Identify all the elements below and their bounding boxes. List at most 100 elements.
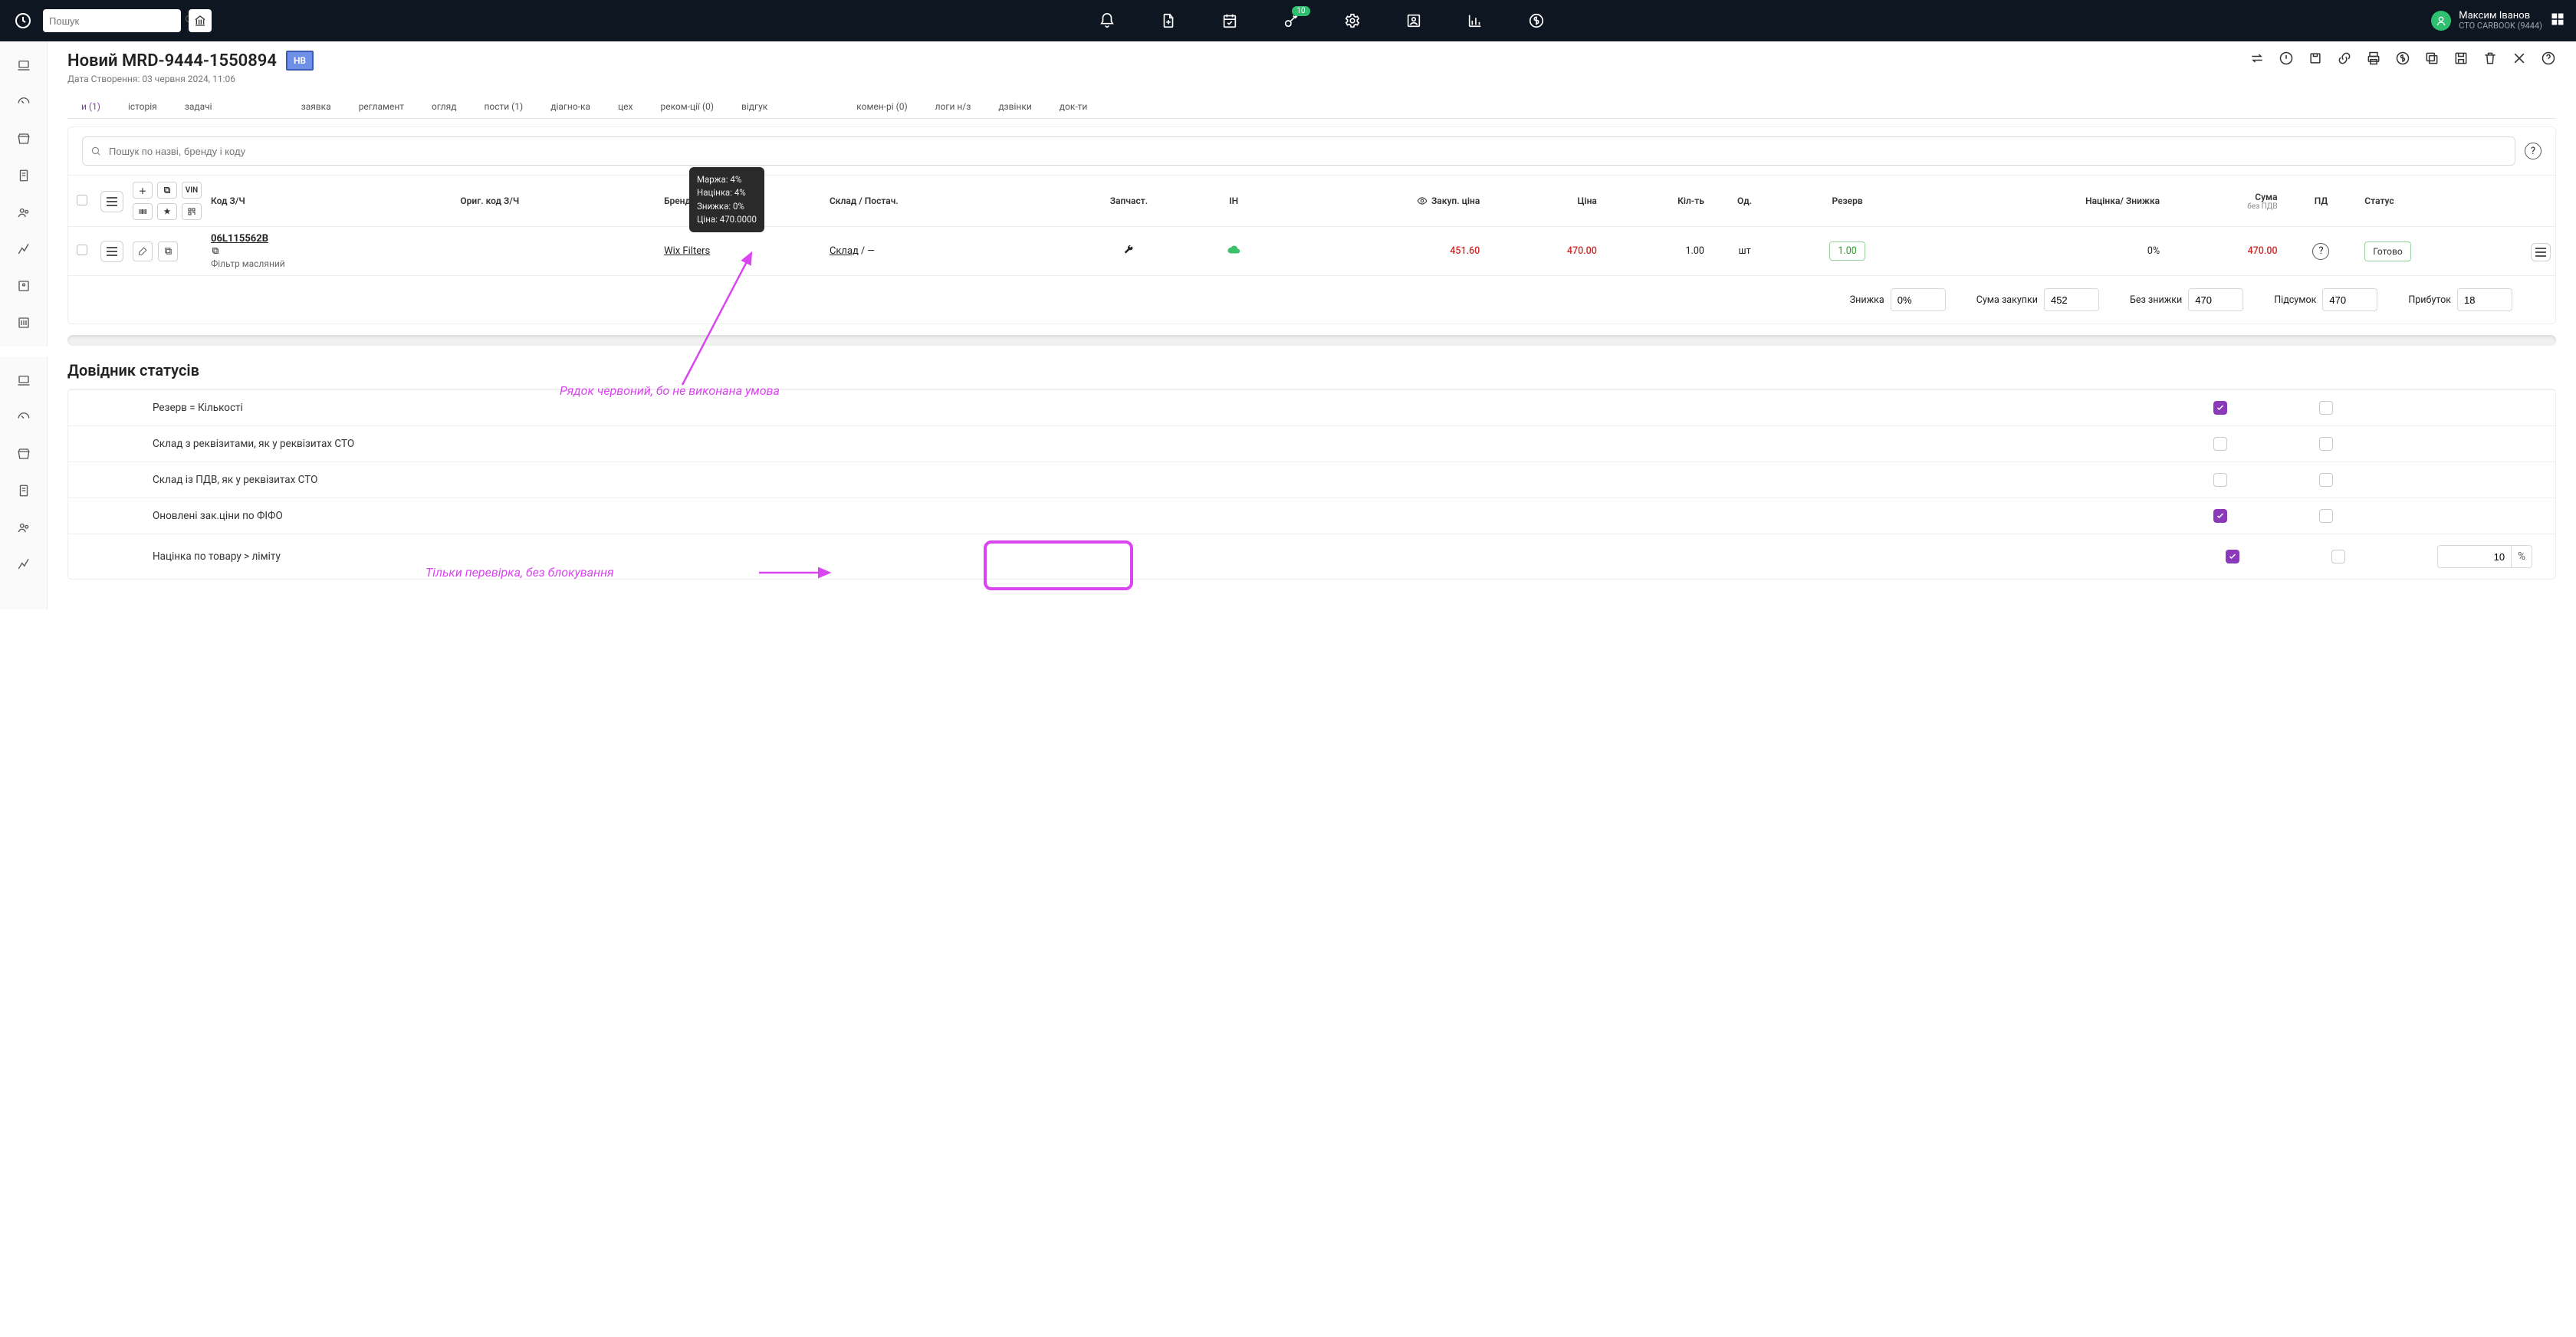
row-more-icon[interactable] xyxy=(2531,243,2551,261)
parts-search-input[interactable] xyxy=(109,146,2507,157)
buy-input[interactable] xyxy=(2044,288,2099,311)
qr-icon[interactable] xyxy=(182,203,202,220)
tab-parts[interactable]: и (1) xyxy=(67,95,114,118)
percent-input[interactable] xyxy=(2438,551,2511,563)
check-secondary[interactable] xyxy=(2319,509,2333,523)
check-primary[interactable] xyxy=(2213,437,2227,451)
calendar-check-icon[interactable] xyxy=(1221,12,1238,29)
currency-icon[interactable] xyxy=(1528,12,1545,29)
parts-help-icon[interactable]: ? xyxy=(2525,143,2542,159)
gear-icon[interactable] xyxy=(1344,12,1361,29)
markup[interactable]: 0% xyxy=(1914,227,2164,276)
tab-review[interactable]: огляд xyxy=(418,95,470,118)
rail-card-icon[interactable] xyxy=(0,278,47,294)
add-document-icon[interactable] xyxy=(1160,12,1177,29)
rail-box-icon[interactable] xyxy=(0,445,47,462)
check-secondary[interactable] xyxy=(2331,550,2345,563)
key-icon[interactable]: 10 xyxy=(1283,12,1300,29)
pd-help-icon[interactable]: ? xyxy=(2312,243,2329,260)
nosale-input[interactable] xyxy=(2188,288,2243,311)
star-icon[interactable]: ★ xyxy=(157,203,177,220)
bank-button[interactable] xyxy=(189,9,212,32)
row-copy-icon[interactable] xyxy=(158,241,178,261)
tab-calls[interactable]: дзвінки xyxy=(984,95,1045,118)
rail-people-icon[interactable] xyxy=(0,519,47,536)
tab-comments[interactable]: комен-рі (0) xyxy=(843,95,921,118)
tab-docs[interactable]: док-ти xyxy=(1046,95,1102,118)
transfer-icon[interactable] xyxy=(2249,51,2265,66)
cloud-icon[interactable] xyxy=(1227,248,1240,260)
total-input[interactable] xyxy=(2322,288,2377,311)
wrench-icon[interactable] xyxy=(1123,247,1134,258)
tab-shop[interactable]: цех xyxy=(604,95,646,118)
rail-box-icon[interactable] xyxy=(0,130,47,147)
buy-price[interactable]: 451.60 xyxy=(1268,227,1484,276)
check-secondary[interactable] xyxy=(2319,401,2333,415)
row-checkbox[interactable] xyxy=(77,245,87,255)
tab-diag[interactable]: діагно-ка xyxy=(537,95,604,118)
tab-feedback[interactable]: відгук xyxy=(728,95,781,118)
trash-icon[interactable] xyxy=(2482,51,2498,66)
check-secondary[interactable] xyxy=(2319,437,2333,451)
rail-doc-icon[interactable] xyxy=(0,482,47,499)
user-area[interactable]: Максим Іванов СТО CARBOOK (9444) xyxy=(2431,11,2565,31)
chart-icon[interactable] xyxy=(1467,12,1484,29)
bell-icon[interactable] xyxy=(1099,12,1116,29)
global-search[interactable] xyxy=(43,9,181,32)
money-icon[interactable] xyxy=(2395,51,2410,66)
tab-reglament[interactable]: регламент xyxy=(345,95,418,118)
tab-request[interactable]: заявка xyxy=(288,95,345,118)
row-menu-icon[interactable] xyxy=(100,241,123,262)
apps-grid-icon[interactable] xyxy=(2550,11,2565,30)
copy-icon[interactable] xyxy=(2424,51,2440,66)
checkbox-all[interactable] xyxy=(77,195,87,205)
logo-icon[interactable] xyxy=(11,8,35,33)
qty[interactable]: 1.00 xyxy=(1602,227,1709,276)
menu-icon[interactable] xyxy=(100,191,123,212)
link-icon[interactable] xyxy=(2337,51,2352,66)
tab-recs[interactable]: реком-ції (0) xyxy=(646,95,728,118)
order-status-tag[interactable]: НВ xyxy=(286,51,314,71)
barcode-icon[interactable] xyxy=(133,203,153,220)
vin-icon[interactable]: VIN xyxy=(182,182,202,199)
tab-tasks[interactable]: задачі xyxy=(171,95,226,118)
alert-icon[interactable] xyxy=(2279,51,2294,66)
discount-input[interactable] xyxy=(1891,288,1946,311)
rail-stats-icon[interactable] xyxy=(0,556,47,573)
rail-doc-icon[interactable] xyxy=(0,167,47,184)
parts-search[interactable] xyxy=(82,136,2515,166)
print-icon[interactable] xyxy=(2366,51,2381,66)
rail-gauge-icon[interactable] xyxy=(0,409,47,425)
profit-input[interactable] xyxy=(2457,288,2512,311)
box-icon[interactable] xyxy=(2308,51,2323,66)
rail-laptop-icon[interactable] xyxy=(0,57,47,74)
add-icon[interactable]: ＋ xyxy=(133,182,153,199)
rail-people-icon[interactable] xyxy=(0,204,47,221)
tab-history[interactable]: історія xyxy=(114,95,171,118)
check-secondary[interactable] xyxy=(2319,473,2333,487)
help-icon[interactable] xyxy=(2541,51,2556,66)
tab-logs[interactable]: логи н/з xyxy=(922,95,985,118)
rail-laptop-icon[interactable] xyxy=(0,372,47,389)
rail-stats-icon[interactable] xyxy=(0,241,47,258)
part-copy-icon[interactable] xyxy=(211,246,451,258)
check-primary[interactable] xyxy=(2213,509,2227,523)
global-search-input[interactable] xyxy=(49,15,184,27)
row-edit-icon[interactable] xyxy=(133,241,153,261)
copy-tiny-icon[interactable] xyxy=(157,182,177,199)
close-icon[interactable] xyxy=(2512,51,2527,66)
contact-icon[interactable] xyxy=(1405,12,1422,29)
eye-icon[interactable] xyxy=(1417,195,1428,206)
part-code[interactable]: 06L115562B xyxy=(211,233,451,245)
rail-gauge-icon[interactable] xyxy=(0,94,47,110)
tab-posts[interactable]: пости (1) xyxy=(470,95,537,118)
sell-price[interactable]: 470.00 xyxy=(1567,245,1597,257)
row-status[interactable]: Готово xyxy=(2364,241,2410,261)
check-primary[interactable] xyxy=(2213,473,2227,487)
rail-sliders-icon[interactable] xyxy=(0,314,47,331)
check-primary[interactable] xyxy=(2213,401,2227,415)
save-icon[interactable] xyxy=(2453,51,2469,66)
reserve-value[interactable]: 1.00 xyxy=(1829,241,1865,261)
wh-link[interactable]: Склад xyxy=(830,245,859,257)
check-primary[interactable] xyxy=(2226,550,2239,563)
